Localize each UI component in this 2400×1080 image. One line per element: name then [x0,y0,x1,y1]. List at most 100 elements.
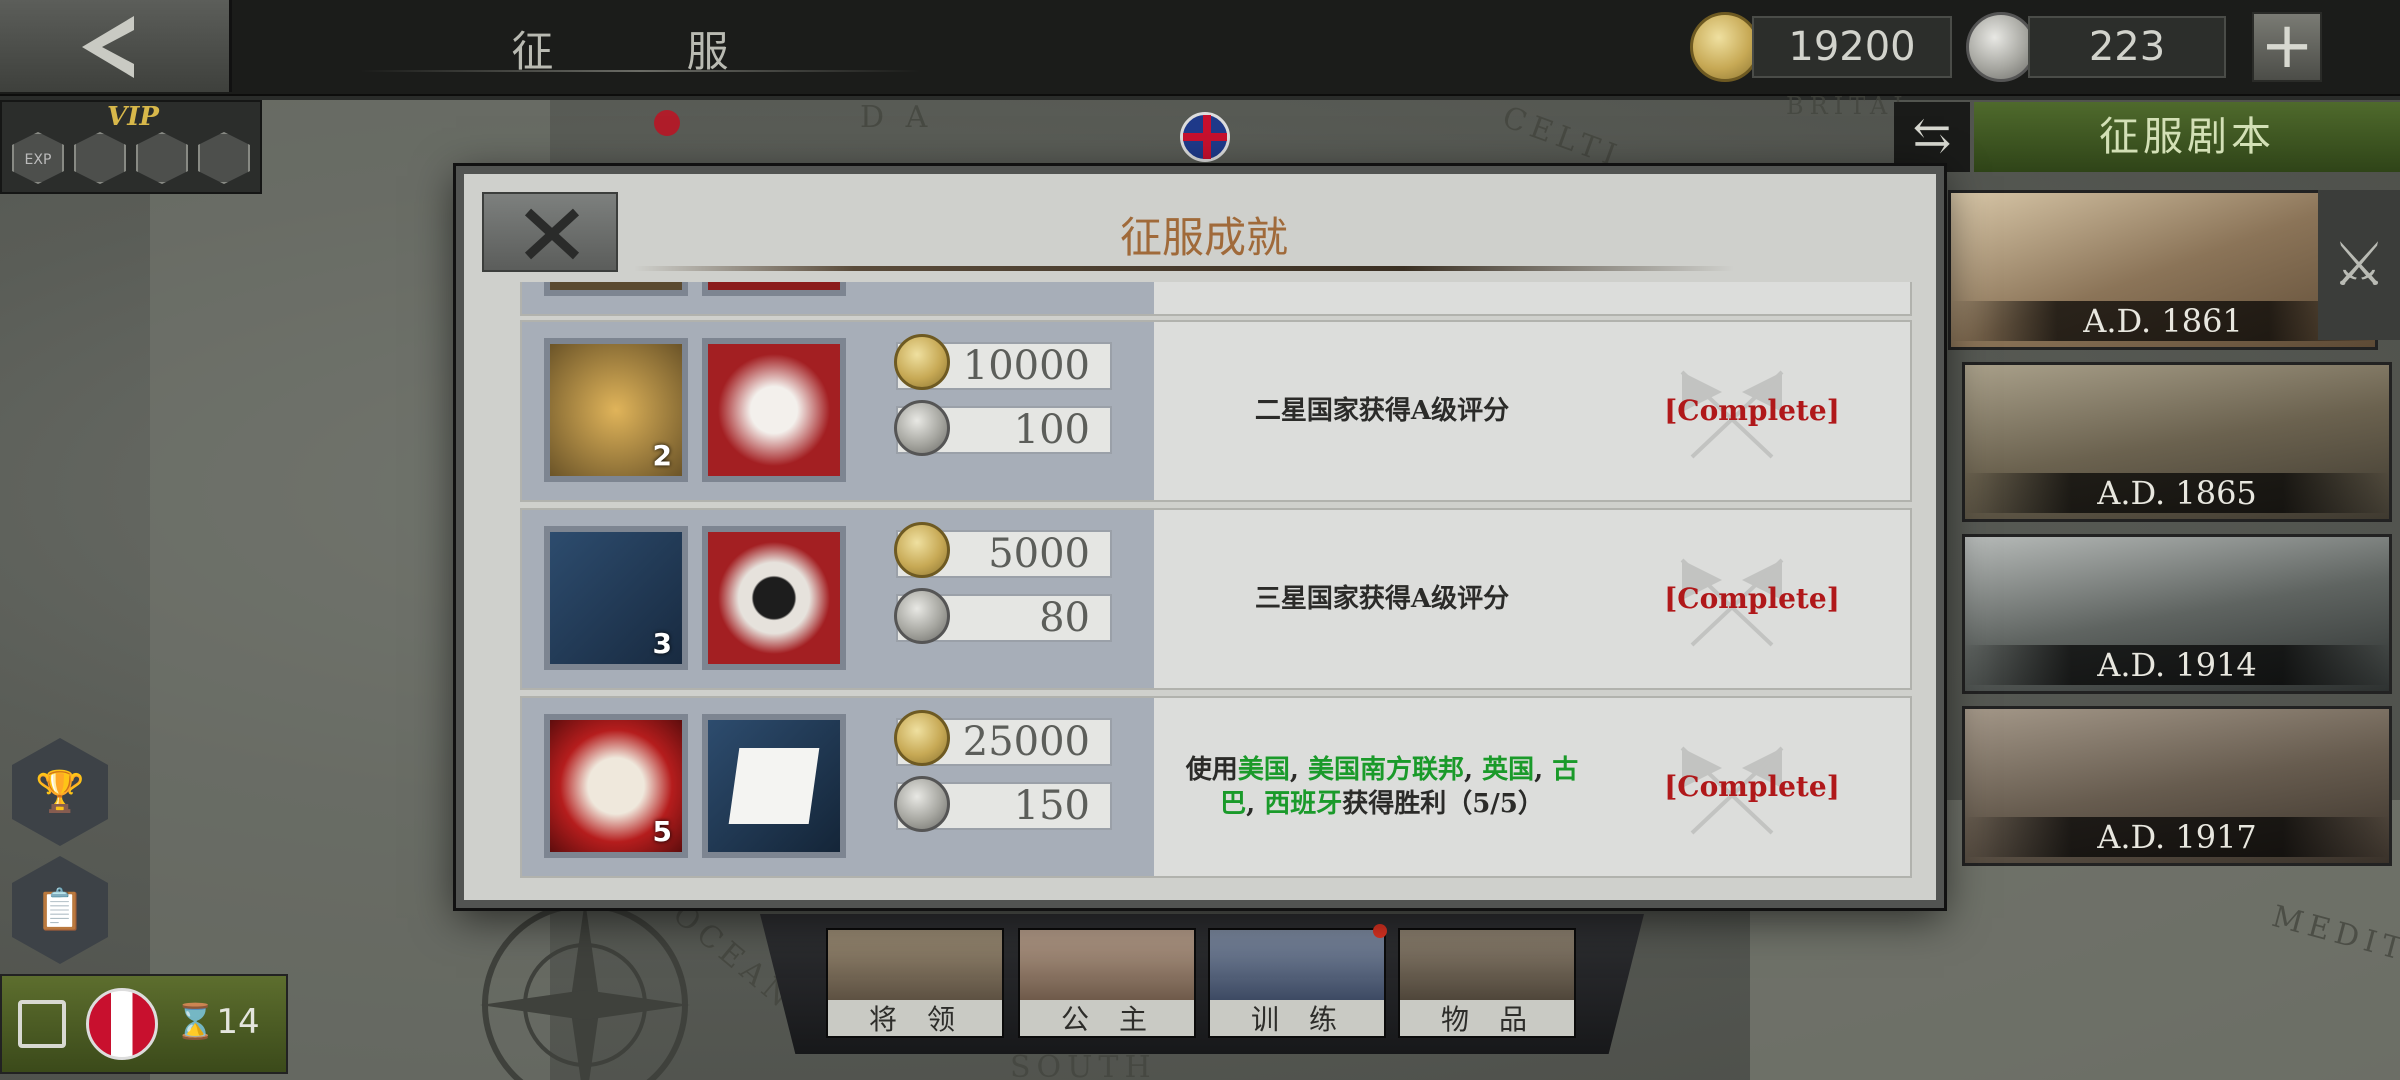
switch-button[interactable]: ⇆ [1894,102,1970,172]
top-bar: 征 服 19200 223 + [0,0,2400,96]
gold-coin-icon [894,522,950,578]
officer-hat-icon [74,132,126,184]
princess-image [1020,930,1194,1000]
back-button[interactable] [0,0,232,92]
map-label: CELTI [1497,99,1627,176]
vip-label: VIP [107,102,159,132]
tab-label: 物品 [1400,1000,1574,1036]
medal-amount: 223 [2028,16,2226,78]
crossed-swords-icon[interactable]: ⚔ [2318,190,2400,340]
training-image [1210,930,1384,1000]
desc-separator: , [1534,755,1553,785]
gold-coin-icon [894,334,950,390]
gear-icon [198,132,250,184]
medal-icon [894,776,950,832]
country-name: 美国南方联邦 [1307,755,1464,785]
country-name: 英国 [1482,755,1535,785]
badge-count: 5 [652,815,672,848]
scenario-year: A.D. 1865 [1965,473,2389,513]
iron-cross-icon [702,526,846,670]
status-complete: [Complete] [1664,582,1840,615]
scenario-header: 征服剧本 [1974,102,2400,172]
achievement-row: 3 5000 80 三星国家获得A级评分 [Complete] [520,508,1912,690]
save-icon[interactable] [18,1000,66,1048]
reward-area: 5 25000 150 [522,698,1154,876]
country-name: 西班牙 [1264,789,1343,819]
achievement-description: 使用美国, 美国南方联邦, 英国, 古巴, 西班牙获得胜利（5/5） [1162,698,1602,876]
map-label: BRITAI [1786,92,1909,120]
country-name: 美国 [1237,755,1290,785]
notes-icon: 📋 [35,887,85,933]
items-image [1400,930,1574,1000]
exp-boost-icon: EXP [12,132,64,184]
modal-title: 征服成就 [1119,213,1288,262]
medal-icon [894,588,950,644]
turn-count: ⌛14 [174,1002,260,1042]
status-complete: [Complete] [1664,394,1840,427]
achievement-row: 5 25000 150 使用美国, 美国南方联邦, 英国, 古巴, 西班牙获得胜… [520,696,1912,878]
uk-flag-icon[interactable] [1180,112,1230,162]
trophy-icon: 🏆 [35,769,85,815]
desc-separator: , [1289,755,1308,785]
desc-separator: , [1463,755,1483,785]
gold-amount: 19200 [1752,16,1952,78]
back-arrow-icon [82,16,134,78]
modal-body: 征服成就 2 10000 100 二星国家获得A级评分 [Complete] 3… [464,174,1936,900]
scenario-year: A.D. 1861 [1951,301,2375,341]
turn-count-value: 14 [216,1002,260,1042]
medal-icon [894,400,950,456]
achievement-row: 2 10000 100 二星国家获得A级评分 [Complete] [520,320,1912,502]
game-screen: D A BRITAI CELTI OCEAN SOUTH MEDITE 征 服 [0,0,2400,1080]
desc-text: 获得胜利（5/5） [1342,789,1544,819]
achievements-modal: 征服成就 2 10000 100 二星国家获得A级评分 [Complete] 3… [456,166,1944,908]
map-label: D A [860,100,934,135]
medal-icon [1966,12,2036,82]
desc-separator: , [1246,789,1265,819]
reward-area: 3 5000 80 [522,510,1154,688]
scenario-card-1914[interactable]: A.D. 1914 [1962,534,2392,694]
tab-items[interactable]: 物品 [1398,928,1576,1038]
status-bar: ⌛14 [0,974,288,1074]
scenario-card-1917[interactable]: A.D. 1917 [1962,706,2392,866]
badge-icon [544,282,688,296]
scenario-year: A.D. 1917 [1965,817,2389,857]
gold-coin-icon [1690,12,1760,82]
achievement-description: 二星国家获得A级评分 [1254,396,1510,426]
badge-count: 2 [652,439,672,472]
tab-princess[interactable]: 公主 [1018,928,1196,1038]
scenario-year: A.D. 1914 [1965,645,2389,685]
tab-generals[interactable]: 将领 [826,928,1004,1038]
scenario-card-1861[interactable]: A.D. 1861 [1948,190,2378,350]
add-currency-button[interactable]: + [2252,12,2322,82]
peru-flag-icon[interactable] [86,988,158,1060]
notification-dot [1373,924,1387,938]
achievement-list[interactable]: 2 10000 100 二星国家获得A级评分 [Complete] 3 5000… [520,282,1912,884]
title-underline [360,70,920,72]
tab-label: 公主 [1020,1000,1194,1036]
status-complete: [Complete] [1664,770,1840,803]
compass-rose-icon [480,900,690,1080]
medic-helmet-icon: 5 [544,714,688,858]
tab-label: 训练 [1210,1000,1384,1036]
close-icon [524,208,580,260]
title-divider [634,266,1734,271]
scenario-card-1865[interactable]: A.D. 1865 [1962,362,2392,522]
generals-image [828,930,1002,1000]
reward-area [522,282,1154,314]
vip-panel[interactable]: VIP EXP [0,100,262,194]
close-button[interactable] [482,192,618,272]
map-label: SOUTH [1010,1050,1157,1080]
desc-text: 使用 [1185,755,1238,785]
bandage-icon [702,714,846,858]
cross-medal-icon [702,338,846,482]
achievement-row [520,282,1912,316]
gold-star-medal-icon: 2 [544,338,688,482]
reward-area: 2 10000 100 [522,322,1154,500]
book-icon: 3 [544,526,688,670]
achievement-description: 三星国家获得A级评分 [1254,584,1510,614]
nation-marker-icon[interactable] [654,110,680,136]
tab-training[interactable]: 训练 [1208,928,1386,1038]
badge-count: 3 [652,627,672,660]
tab-label: 将领 [828,1000,1002,1036]
fort-icon [136,132,188,184]
